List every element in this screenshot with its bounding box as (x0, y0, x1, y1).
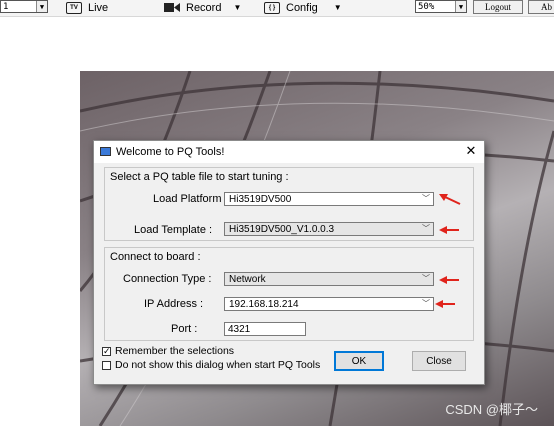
chevron-down-icon: ﹀ (422, 274, 430, 283)
live-menu[interactable]: TV Live (66, 0, 108, 15)
dialog-title: Welcome to PQ Tools! (116, 146, 225, 158)
chevron-down-icon: ﹀ (422, 299, 430, 308)
load-platform-select[interactable]: Hi3519DV500 ﹀ (224, 192, 434, 206)
top-toolbar: 1 ▼ TV Live Record ▼ { } Config ▼ 50% ▼ … (0, 0, 554, 17)
logout-button[interactable]: Logout (473, 0, 523, 14)
dialog-titlebar[interactable]: Welcome to PQ Tools! ✕ (94, 141, 484, 163)
chevron-down-icon: ▼ (455, 1, 466, 12)
red-arrow-icon (439, 276, 459, 284)
port-input[interactable]: 4321 (224, 322, 306, 336)
connection-type-label: Connection Type : (123, 273, 212, 285)
dontshow-label: Do not show this dialog when start PQ To… (115, 359, 321, 371)
about-button[interactable]: Ab (528, 0, 554, 14)
load-template-value: Hi3519DV500_V1.0.0.3 (229, 223, 335, 235)
pq-table-group: Select a PQ table file to start tuning :… (104, 167, 474, 241)
ip-address-label: IP Address : (144, 298, 204, 310)
red-arrow-icon (439, 226, 459, 234)
ip-address-combo[interactable]: 192.168.18.214 ﹀ (224, 297, 434, 311)
group2-title: Connect to board : (110, 251, 201, 263)
watermark: CSDN @椰子～ (445, 402, 538, 417)
group1-title: Select a PQ table file to start tuning : (110, 171, 289, 183)
port-label: Port : (171, 323, 198, 335)
record-menu[interactable]: Record ▼ (164, 0, 241, 15)
camera-icon (164, 3, 180, 12)
channel-select-value: 1 (3, 1, 9, 12)
channel-select[interactable]: 1 ▼ (0, 0, 48, 13)
zoom-select-value: 50% (418, 1, 435, 12)
chevron-down-icon: ▼ (233, 3, 242, 12)
chevron-down-icon: ﹀ (422, 194, 430, 203)
load-template-label: Load Template : (134, 224, 213, 236)
config-menu[interactable]: { } Config ▼ (264, 0, 342, 15)
connect-board-group: Connect to board : Connection Type : Net… (104, 247, 474, 341)
load-template-select[interactable]: Hi3519DV500_V1.0.0.3 ﹀ (224, 222, 434, 236)
live-label: Live (88, 1, 109, 14)
record-label: Record (186, 1, 222, 14)
chevron-down-icon: ﹀ (422, 224, 430, 233)
red-arrow-icon (439, 194, 461, 205)
chevron-down-icon: ▼ (36, 1, 47, 12)
red-arrow-icon (435, 300, 455, 308)
close-icon[interactable]: ✕ (464, 144, 478, 158)
load-platform-value: Hi3519DV500 (229, 193, 292, 205)
app-icon (100, 147, 111, 156)
zoom-select[interactable]: 50% ▼ (415, 0, 467, 13)
load-platform-label: Load Platform : (153, 193, 228, 205)
chevron-down-icon: ▼ (333, 3, 342, 12)
close-button[interactable]: Close (412, 351, 466, 371)
welcome-dialog: Welcome to PQ Tools! ✕ Select a PQ table… (93, 140, 485, 385)
tv-icon: TV (66, 1, 82, 14)
connection-type-select[interactable]: Network ﹀ (224, 272, 434, 286)
remember-checkbox[interactable]: ✓ (102, 347, 111, 356)
config-label: Config (286, 1, 318, 14)
ok-button[interactable]: OK (334, 351, 384, 371)
config-icon: { } (264, 1, 280, 14)
remember-label: Remember the selections (115, 345, 235, 357)
ip-address-value: 192.168.18.214 (229, 298, 299, 310)
dontshow-checkbox[interactable] (102, 361, 111, 370)
connection-type-value: Network (229, 273, 266, 285)
